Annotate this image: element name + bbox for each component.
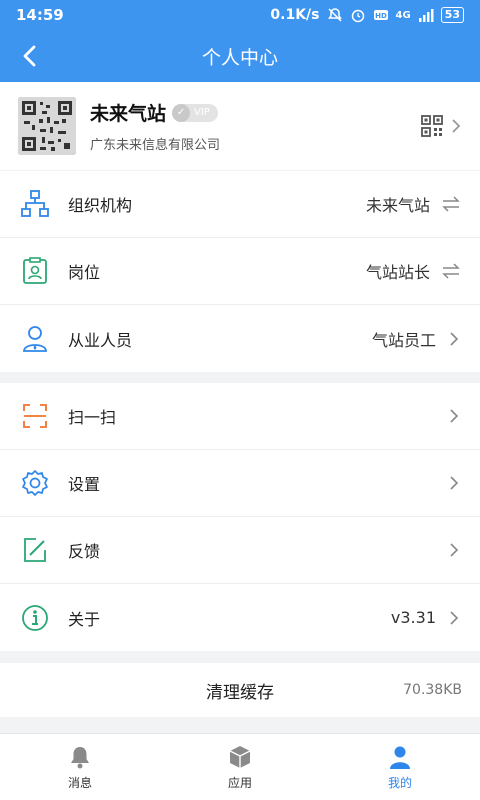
row-value: 气站站长 bbox=[365, 263, 430, 282]
clear-cache-button[interactable]: 清理缓存 70.38KB bbox=[0, 663, 480, 717]
network-speed: 0.1K/s bbox=[270, 7, 320, 23]
qr-code-entry[interactable] bbox=[420, 114, 462, 138]
gear-icon bbox=[22, 470, 48, 496]
row-settings[interactable]: 设置 bbox=[0, 450, 480, 517]
row-label: 岗位 bbox=[68, 263, 101, 282]
profile-info: 未来气站 ✓ VIP 广东未来信息有限公司 bbox=[90, 99, 420, 153]
chevron-right-icon bbox=[450, 610, 459, 625]
vip-badge: ✓ VIP bbox=[172, 103, 218, 122]
badge-card-icon bbox=[23, 257, 47, 284]
bell-icon bbox=[71, 746, 89, 768]
scan-icon bbox=[23, 404, 47, 428]
chevron-right-icon bbox=[450, 476, 459, 490]
row-label: 从业人员 bbox=[68, 330, 133, 350]
svg-text:HD: HD bbox=[375, 12, 387, 20]
cache-size: 70.38KB bbox=[403, 682, 462, 698]
org-section: 组织机构 未来气站 岗位 气站站长 从业人员 气站员工 bbox=[0, 171, 480, 372]
tab-label: 我的 bbox=[387, 775, 412, 790]
swap-icon[interactable] bbox=[442, 196, 460, 212]
hd-icon: HD bbox=[373, 10, 388, 20]
station-name: 未来气站 bbox=[90, 103, 167, 125]
swap-icon[interactable] bbox=[442, 263, 460, 279]
tab-label: 消息 bbox=[67, 775, 92, 790]
company-name: 广东未来信息有限公司 bbox=[90, 138, 221, 153]
row-position[interactable]: 岗位 气站站长 bbox=[0, 238, 480, 305]
version-value: v3.31 bbox=[390, 608, 436, 627]
org-tree-icon bbox=[21, 190, 49, 217]
qr-code-icon bbox=[421, 115, 443, 137]
network-type: 4G bbox=[395, 9, 411, 21]
signal-icon bbox=[418, 9, 434, 22]
app-bar: 个人中心 bbox=[0, 30, 480, 82]
page-title: 个人中心 bbox=[201, 46, 278, 69]
chevron-right-icon bbox=[452, 119, 461, 133]
user-icon bbox=[390, 746, 410, 769]
row-value: 未来气站 bbox=[365, 196, 430, 215]
row-label: 设置 bbox=[68, 475, 101, 494]
vip-check-icon: ✓ bbox=[172, 103, 191, 122]
tab-apps[interactable]: 应用 bbox=[160, 734, 320, 800]
vip-label: VIP bbox=[194, 107, 210, 118]
profile-card[interactable]: 未来气站 ✓ VIP 广东未来信息有限公司 bbox=[0, 82, 480, 170]
person-icon bbox=[23, 325, 47, 352]
clear-cache-label: 清理缓存 bbox=[206, 682, 274, 703]
status-bar: 14:59 0.1K/s HD 4G 53 bbox=[0, 0, 480, 30]
status-indicators: 0.1K/s HD 4G 53 bbox=[270, 7, 464, 23]
row-label: 扫一扫 bbox=[68, 408, 117, 427]
mute-icon bbox=[327, 8, 342, 22]
chevron-right-icon bbox=[450, 331, 459, 346]
tab-messages[interactable]: 消息 bbox=[0, 734, 160, 800]
row-scan[interactable]: 扫一扫 bbox=[0, 383, 480, 450]
row-organization[interactable]: 组织机构 未来气站 bbox=[0, 171, 480, 238]
row-about[interactable]: 关于 v3.31 bbox=[0, 584, 480, 651]
avatar-qr-image bbox=[18, 97, 76, 155]
status-time: 14:59 bbox=[16, 6, 64, 24]
row-staff[interactable]: 从业人员 气站员工 bbox=[0, 305, 480, 372]
cube-icon bbox=[229, 745, 251, 768]
back-arrow-icon[interactable] bbox=[18, 43, 44, 69]
bottom-tab-bar: 消息 应用 我的 bbox=[0, 733, 480, 800]
alarm-icon bbox=[351, 9, 364, 23]
tab-label: 应用 bbox=[227, 775, 252, 790]
chevron-right-icon bbox=[450, 409, 459, 423]
row-label: 组织机构 bbox=[68, 196, 133, 215]
tab-mine[interactable]: 我的 bbox=[320, 734, 480, 800]
info-icon bbox=[22, 604, 48, 631]
chevron-right-icon bbox=[450, 543, 459, 557]
row-value: 气站员工 bbox=[371, 330, 436, 350]
edit-icon bbox=[24, 538, 46, 562]
tools-section: 扫一扫 设置 反馈 关于 v3.31 bbox=[0, 383, 480, 651]
battery-icon: 53 bbox=[440, 7, 464, 23]
row-label: 反馈 bbox=[68, 542, 101, 561]
row-feedback[interactable]: 反馈 bbox=[0, 517, 480, 584]
row-label: 关于 bbox=[68, 609, 101, 629]
